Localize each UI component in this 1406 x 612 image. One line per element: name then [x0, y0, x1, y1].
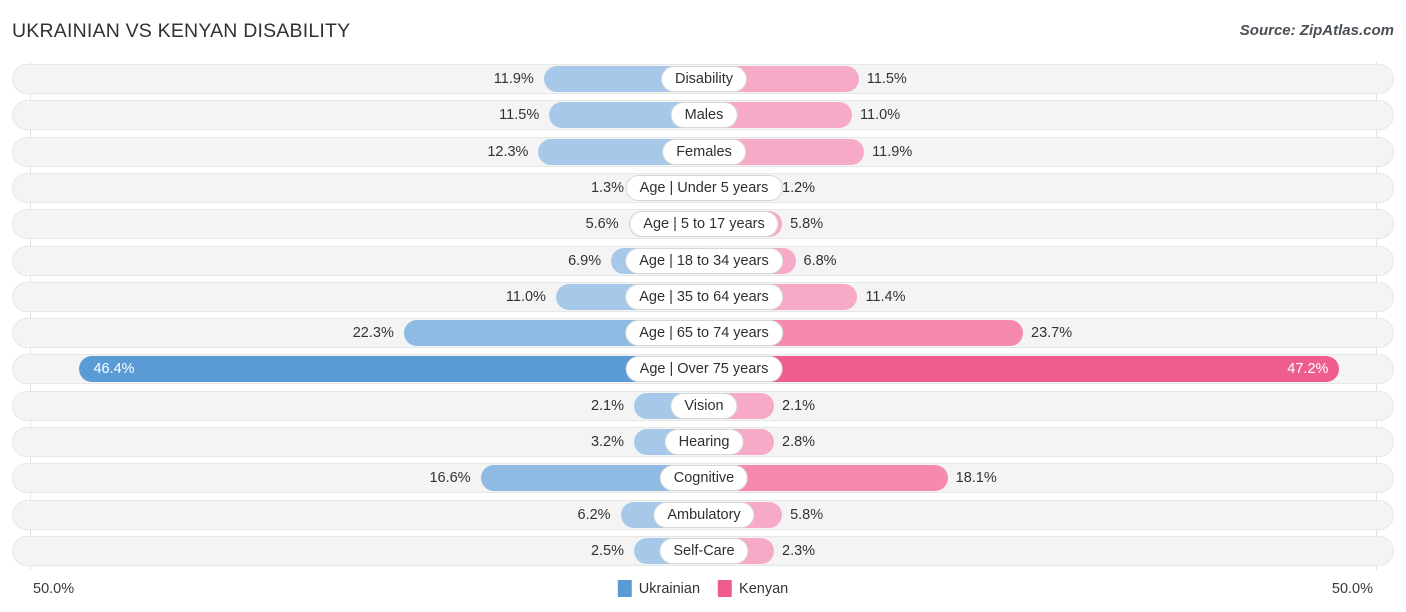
value-label-ukrainian: 11.0%: [506, 289, 546, 305]
value-label-ukrainian: 46.4%: [93, 361, 134, 377]
legend-swatch-icon: [618, 580, 632, 597]
legend-item: Kenyan: [718, 580, 788, 597]
bar-ukrainian: [79, 356, 704, 382]
category-label-pill: Males: [671, 102, 738, 128]
value-label-ukrainian: 16.6%: [429, 470, 470, 486]
value-label-ukrainian: 6.9%: [568, 253, 601, 269]
value-label-ukrainian: 22.3%: [353, 325, 394, 341]
value-label-ukrainian: 6.2%: [578, 507, 611, 523]
value-label-kenyan: 1.2%: [782, 180, 815, 196]
bar-kenyan: [704, 356, 1339, 382]
value-label-kenyan: 47.2%: [1287, 361, 1328, 377]
value-label-kenyan: 5.8%: [790, 216, 823, 232]
value-label-kenyan: 6.8%: [804, 253, 837, 269]
chart-row: 12.3% 11.9% Females: [12, 137, 1394, 167]
value-label-kenyan: 5.8%: [790, 507, 823, 523]
source-attribution: Source: ZipAtlas.com: [1240, 22, 1394, 39]
category-label-pill: Cognitive: [660, 465, 748, 491]
category-label-pill: Self-Care: [659, 538, 748, 564]
category-label-pill: Age | 18 to 34 years: [625, 248, 783, 274]
value-label-kenyan: 11.4%: [865, 289, 905, 305]
chart-row: 2.1% 2.1% Vision: [12, 391, 1394, 421]
category-label-pill: Vision: [670, 393, 737, 419]
value-label-kenyan: 23.7%: [1031, 325, 1072, 341]
value-label-ukrainian: 11.9%: [494, 71, 534, 87]
category-label-pill: Hearing: [665, 429, 744, 455]
chart-row: 16.6% 18.1% Cognitive: [12, 463, 1394, 493]
value-label-ukrainian: 1.3%: [591, 180, 624, 196]
chart-footer: 50.0% 50.0% Ukrainian Kenyan: [0, 572, 1406, 612]
category-label-pill: Disability: [661, 66, 747, 92]
category-label-pill: Age | Over 75 years: [626, 356, 783, 382]
chart-row: 6.9% 6.8% Age | 18 to 34 years: [12, 246, 1394, 276]
value-label-ukrainian: 12.3%: [487, 144, 528, 160]
value-label-kenyan: 18.1%: [956, 470, 997, 486]
category-label-pill: Ambulatory: [653, 502, 754, 528]
category-label-pill: Age | 35 to 64 years: [625, 284, 783, 310]
chart-header: UKRAINIAN VS KENYAN DISABILITY Source: Z…: [0, 0, 1406, 62]
category-label-pill: Age | Under 5 years: [626, 175, 783, 201]
axis-label-left: 50.0%: [33, 581, 74, 597]
axis-label-right: 50.0%: [1332, 581, 1373, 597]
value-label-kenyan: 11.9%: [872, 144, 912, 160]
chart-row: 5.6% 5.8% Age | 5 to 17 years: [12, 209, 1394, 239]
page-title: UKRAINIAN VS KENYAN DISABILITY: [12, 20, 350, 43]
chart-legend: Ukrainian Kenyan: [618, 580, 788, 597]
value-label-kenyan: 11.5%: [867, 71, 907, 87]
chart-row: 46.4% 47.2% Age | Over 75 years: [12, 354, 1394, 384]
value-label-kenyan: 2.8%: [782, 434, 815, 450]
chart-row: 11.9% 11.5% Disability: [12, 64, 1394, 94]
category-label-pill: Females: [662, 139, 746, 165]
value-label-ukrainian: 3.2%: [591, 434, 624, 450]
diverging-bar-chart-plot: 11.9% 11.5% Disability 11.5% 11.0% Males 12.3%…: [0, 62, 1406, 570]
chart-row: 2.5% 2.3% Self-Care: [12, 536, 1394, 566]
chart-row: 3.2% 2.8% Hearing: [12, 427, 1394, 457]
value-label-ukrainian: 2.1%: [591, 398, 624, 414]
value-label-ukrainian: 2.5%: [591, 543, 624, 559]
legend-label: Kenyan: [739, 581, 788, 597]
value-label-ukrainian: 5.6%: [586, 216, 619, 232]
chart-row: 11.0% 11.4% Age | 35 to 64 years: [12, 282, 1394, 312]
category-label-pill: Age | 65 to 74 years: [625, 320, 783, 346]
value-label-kenyan: 2.1%: [782, 398, 815, 414]
value-label-ukrainian: 11.5%: [499, 107, 539, 123]
chart-row: 1.3% 1.2%Age | Under 5 years: [12, 173, 1394, 203]
legend-swatch-icon: [718, 580, 732, 597]
value-label-kenyan: 2.3%: [782, 543, 815, 559]
value-label-kenyan: 11.0%: [860, 107, 900, 123]
legend-label: Ukrainian: [639, 581, 700, 597]
chart-row: 6.2% 5.8% Ambulatory: [12, 500, 1394, 530]
chart-row: 11.5% 11.0% Males: [12, 100, 1394, 130]
legend-item: Ukrainian: [618, 580, 700, 597]
category-label-pill: Age | 5 to 17 years: [629, 211, 778, 237]
chart-row: 22.3% 23.7% Age | 65 to 74 years: [12, 318, 1394, 348]
